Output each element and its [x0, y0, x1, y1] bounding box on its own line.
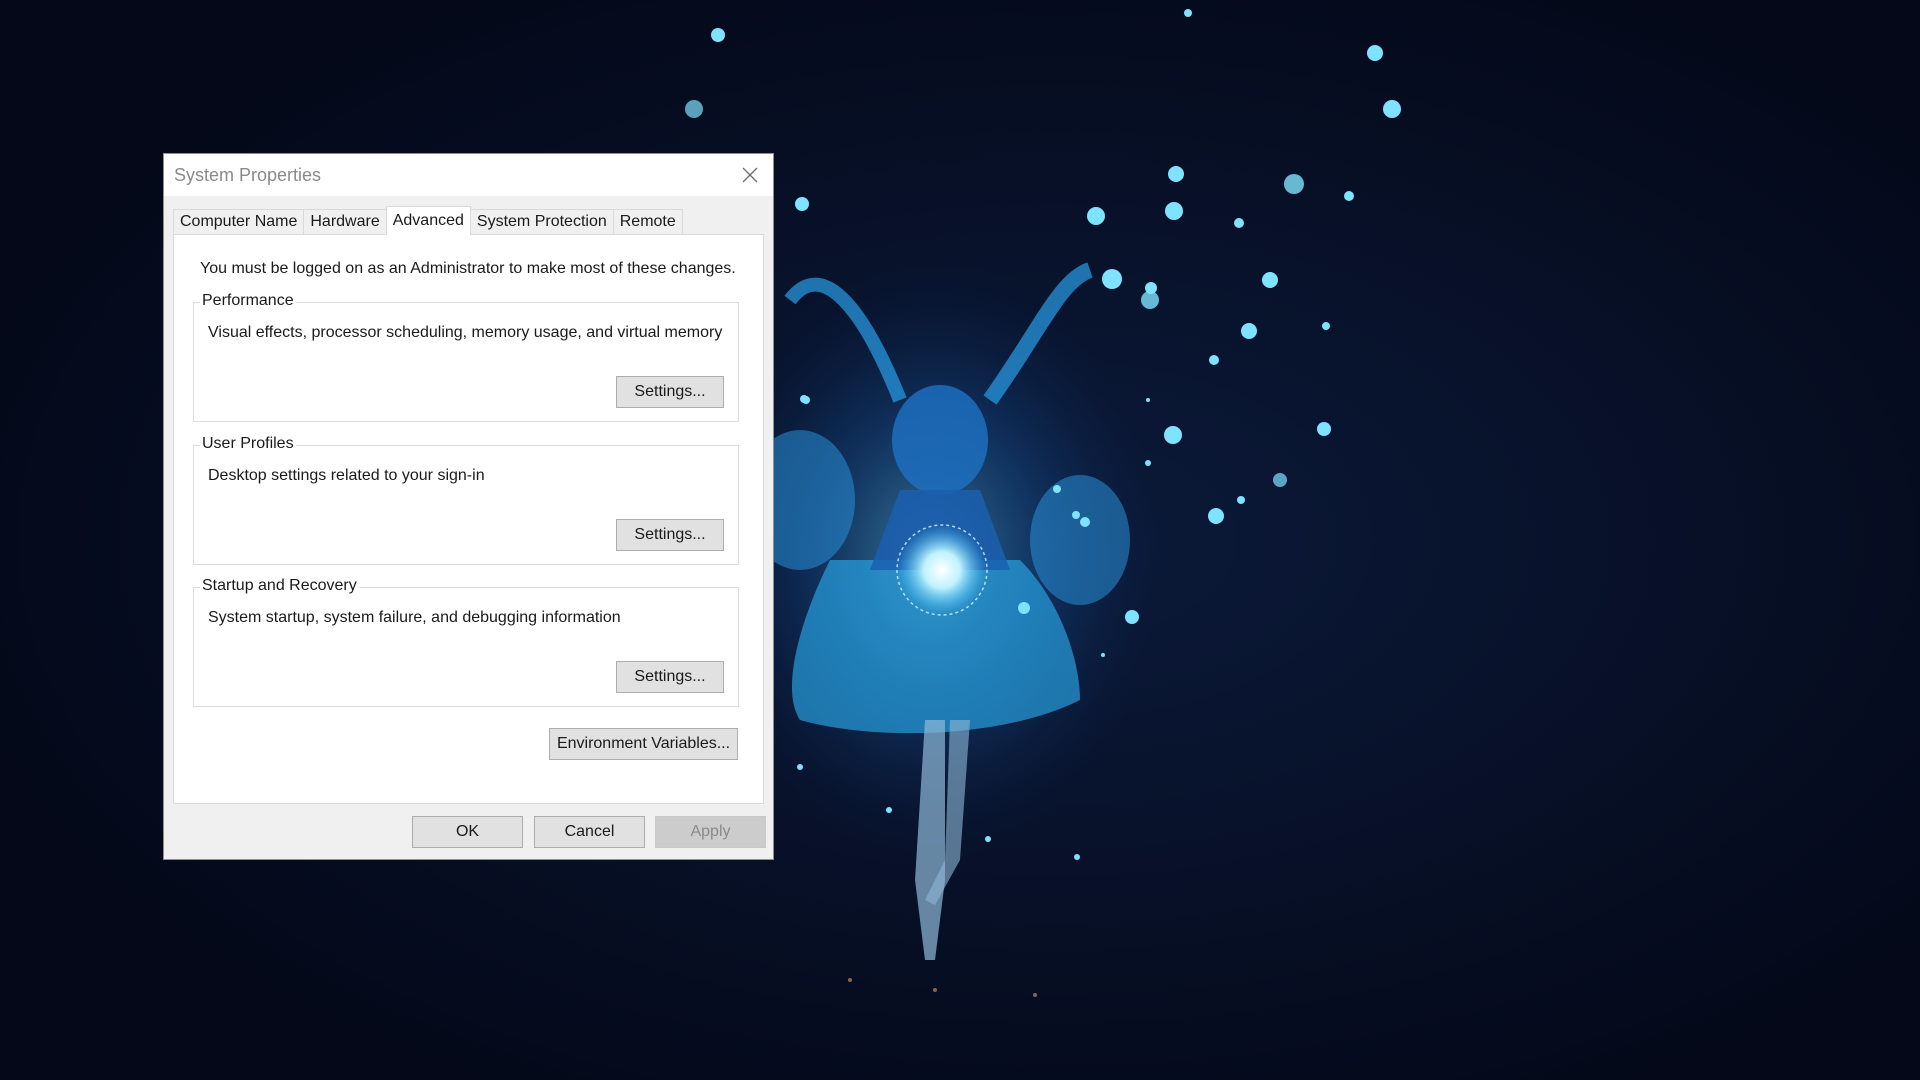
tab-strip: Computer Name Hardware Advanced System P…	[173, 206, 683, 235]
close-button[interactable]	[727, 154, 773, 196]
tab-hardware[interactable]: Hardware	[303, 209, 387, 234]
performance-settings-button[interactable]: Settings...	[616, 376, 724, 408]
performance-title: Performance	[200, 292, 296, 310]
tab-system-protection[interactable]: System Protection	[469, 209, 614, 234]
advanced-tab-panel: You must be logged on as an Administrato…	[173, 234, 764, 804]
system-properties-dialog: System Properties Computer Name Hardware…	[163, 153, 774, 860]
window-title: System Properties	[174, 165, 322, 185]
startup-recovery-settings-button[interactable]: Settings...	[616, 661, 724, 693]
user-profiles-group: User Profiles Desktop settings related t…	[193, 435, 739, 565]
admin-notice: You must be logged on as an Administrato…	[200, 260, 736, 277]
user-profiles-settings-button[interactable]: Settings...	[616, 519, 724, 551]
startup-recovery-description: System startup, system failure, and debu…	[208, 609, 621, 626]
cancel-button[interactable]: Cancel	[534, 816, 645, 848]
apply-button[interactable]: Apply	[655, 816, 766, 848]
title-bar[interactable]: System Properties	[164, 154, 773, 196]
startup-recovery-group: Startup and Recovery System startup, sys…	[193, 577, 739, 707]
close-icon	[742, 167, 758, 183]
environment-variables-button[interactable]: Environment Variables...	[549, 728, 738, 760]
tab-remote[interactable]: Remote	[612, 209, 683, 234]
ok-button[interactable]: OK	[412, 816, 523, 848]
tab-computer-name[interactable]: Computer Name	[173, 209, 305, 234]
performance-group: Performance Visual effects, processor sc…	[193, 292, 739, 422]
startup-recovery-title: Startup and Recovery	[200, 577, 359, 595]
user-profiles-title: User Profiles	[200, 435, 296, 453]
tab-advanced[interactable]: Advanced	[385, 206, 471, 235]
performance-description: Visual effects, processor scheduling, me…	[208, 324, 723, 341]
user-profiles-description: Desktop settings related to your sign-in	[208, 467, 485, 484]
